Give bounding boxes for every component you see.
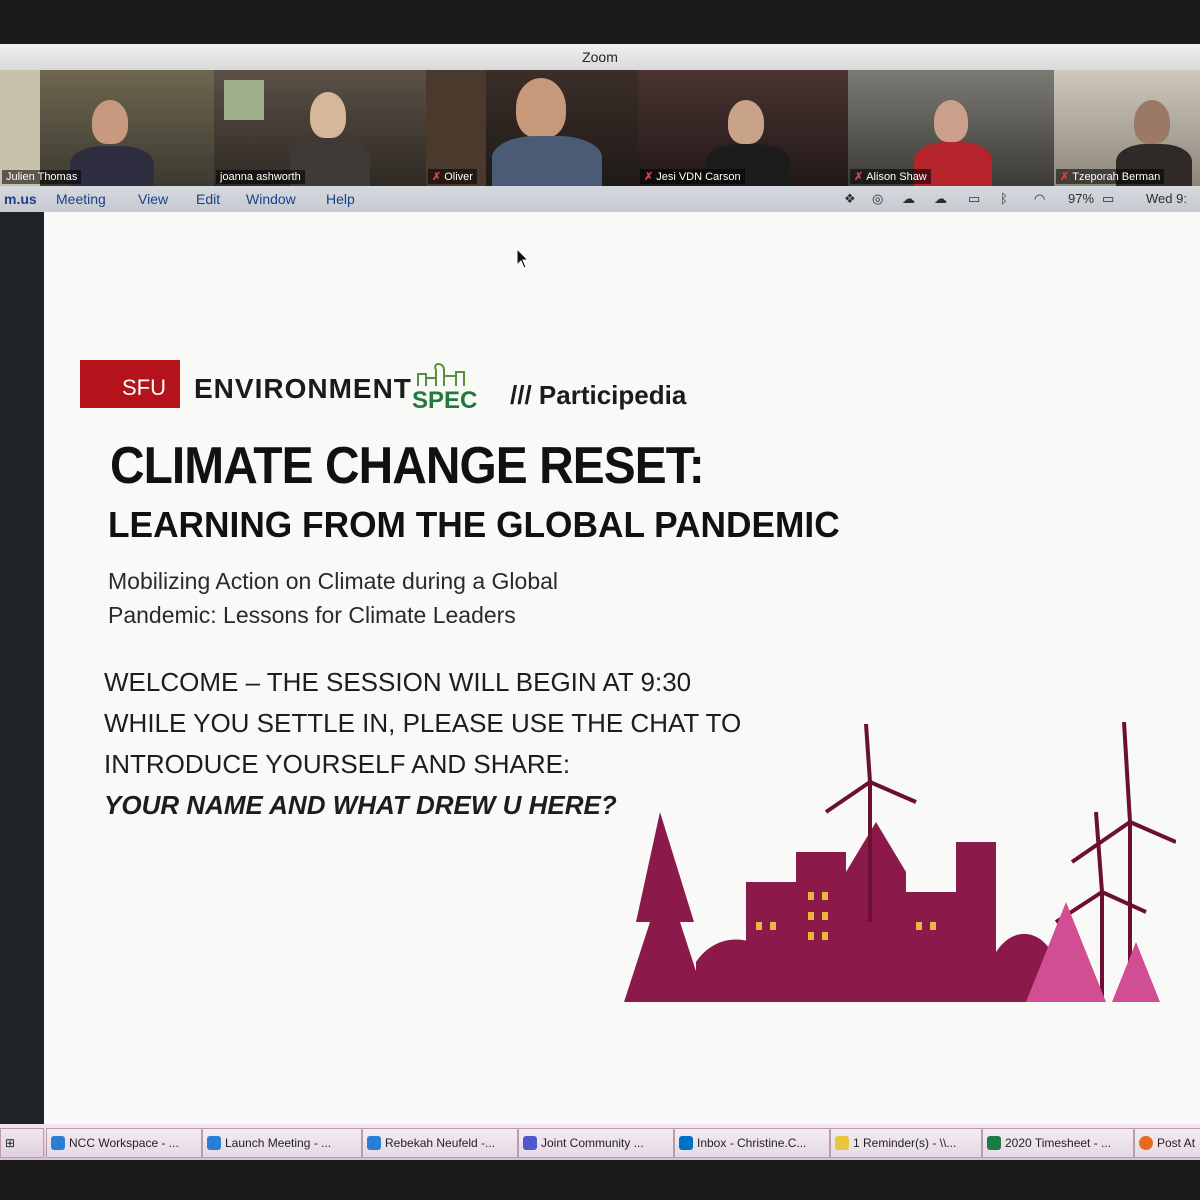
subtitle-line: Mobilizing Action on Climate during a Gl… [108, 568, 559, 594]
participant-video [728, 100, 764, 144]
participant-video [310, 92, 346, 138]
wifi-icon[interactable]: ◠ [1034, 186, 1045, 212]
spec-leaf-icon [417, 363, 465, 386]
slide-title: CLIMATE CHANGE RESET: [110, 437, 705, 495]
participant-tile[interactable]: ✗ Alison Shaw [848, 70, 1056, 186]
screen: Zoom Julien Thomas joanna ashworth ✗ Oliv… [0, 44, 1200, 1160]
presentation-slide: SFU ENVIRONMENT SPEC /// Participedia CL… [44, 212, 1200, 1124]
window-title: Zoom [0, 44, 1200, 71]
ie-icon [51, 1136, 65, 1150]
mic-muted-icon: ✗ [644, 171, 654, 183]
outlook-icon [679, 1136, 693, 1150]
mouse-cursor-icon [516, 248, 530, 269]
mic-muted-icon: ✗ [1060, 171, 1070, 183]
windows-taskbar: ⊞ NCC Workspace - ... Launch Meeting - .… [0, 1124, 1200, 1160]
taskbar-item[interactable]: Inbox - Christine.C... [674, 1128, 830, 1158]
taskbar-item[interactable]: Post At [1134, 1128, 1200, 1158]
cloud-upload-icon[interactable]: ☁ [934, 186, 947, 212]
environment-label: ENVIRONMENT [194, 373, 412, 404]
firefox-icon [1139, 1136, 1153, 1150]
battery-icon[interactable]: ▭ [1102, 186, 1114, 212]
participant-name: ✗ Jesi VDN Carson [640, 169, 745, 184]
menu-help[interactable]: Help [326, 186, 355, 212]
participant-strip: Julien Thomas joanna ashworth ✗ Oliver ✗ J… [0, 70, 1200, 186]
battery-percent: 97% [1068, 191, 1095, 206]
ie-icon [367, 1136, 381, 1150]
participant-video [1134, 100, 1170, 144]
excel-icon [987, 1136, 1001, 1150]
participant-name: ✗ Alison Shaw [850, 169, 931, 184]
spec-logo: SPEC [412, 387, 478, 414]
taskbar-item[interactable]: Joint Community ... [518, 1128, 674, 1158]
menu-window[interactable]: Window [246, 186, 296, 212]
participant-tile[interactable]: ✗ Jesi VDN Carson [638, 70, 850, 186]
participedia-logo: /// Participedia [510, 380, 687, 410]
bluetooth-icon[interactable]: ᛒ [1000, 186, 1008, 212]
window-edge [0, 212, 44, 1124]
teams-icon [523, 1136, 537, 1150]
taskbar-item[interactable]: Rebekah Neufeld -... [362, 1128, 518, 1158]
participant-name: ✗ Oliver [428, 169, 477, 184]
sync-icon[interactable]: ◎ [872, 186, 883, 212]
dropbox-icon[interactable]: ❖ [844, 186, 856, 212]
participant-name: ✗ Tzeporah Berman [1056, 169, 1165, 184]
subtitle-line: Pandemic: Lessons for Climate Leaders [108, 602, 516, 628]
participant-video [516, 78, 566, 138]
participant-video [92, 100, 128, 144]
participant-tile[interactable]: ✗ Oliver [426, 70, 640, 186]
taskbar-item[interactable]: Launch Meeting - ... [202, 1128, 362, 1158]
ie-icon [207, 1136, 221, 1150]
slide-title-line2: LEARNING FROM THE GLOBAL PANDEMIC [108, 504, 840, 545]
participant-tile[interactable]: Julien Thomas [0, 70, 216, 186]
taskbar-item[interactable]: NCC Workspace - ... [46, 1128, 202, 1158]
city-wind-turbine-illustration [624, 722, 1176, 1002]
menu-bar: m.us Meeting View Edit Window Help ❖ ◎ ☁… [0, 186, 1200, 212]
bell-icon [835, 1136, 849, 1150]
participant-name: joanna ashworth [216, 170, 305, 184]
mic-muted-icon: ✗ [432, 171, 442, 183]
menu-clock[interactable]: Wed 9: [1146, 186, 1187, 212]
participant-name: Julien Thomas [2, 170, 82, 184]
airplay-icon[interactable]: ▭ [968, 186, 980, 212]
menu-view[interactable]: View [138, 186, 168, 212]
menu-meeting[interactable]: Meeting [56, 186, 106, 212]
creative-cloud-icon[interactable]: ☁ [902, 186, 915, 212]
participant-tile[interactable]: ✗ Tzeporah Berman [1054, 70, 1200, 186]
welcome-line: WELCOME – THE SESSION WILL BEGIN AT 9:30 [104, 667, 692, 697]
start-button[interactable]: ⊞ [0, 1128, 44, 1158]
menu-app-name[interactable]: m.us [4, 186, 37, 212]
participant-video [934, 100, 968, 142]
slide-subtitle: Mobilizing Action on Climate during a Gl… [108, 564, 558, 632]
sfu-logo-text: SFU [122, 375, 166, 400]
participant-tile[interactable]: joanna ashworth [214, 70, 428, 186]
mic-muted-icon: ✗ [854, 171, 864, 183]
taskbar-item[interactable]: 2020 Timesheet - ... [982, 1128, 1134, 1158]
taskbar-item[interactable]: 1 Reminder(s) - \\... [830, 1128, 982, 1158]
menu-edit[interactable]: Edit [196, 186, 220, 212]
